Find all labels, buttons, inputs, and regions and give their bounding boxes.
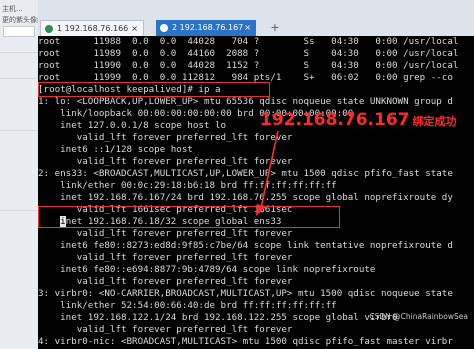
- divider: [0, 210, 38, 211]
- divider: [0, 78, 38, 79]
- tab-bar-top-strip: [38, 0, 474, 20]
- side-panel-fragment: 主机... 更的紫头像组...: [0, 0, 39, 349]
- close-icon[interactable]: ×: [131, 21, 138, 37]
- tab-session-1[interactable]: 1 192.168.76.166 ×: [40, 20, 144, 36]
- annotation-ip: 192.168.76.167: [260, 110, 410, 130]
- close-icon[interactable]: ×: [244, 20, 251, 36]
- divider: [0, 52, 38, 53]
- watermark: CSDN @ChinaRainbowSea: [369, 312, 468, 321]
- connection-status-icon: [45, 25, 53, 33]
- new-tab-button[interactable]: +: [268, 20, 282, 36]
- divider: [0, 130, 38, 131]
- side-panel-text-2: 更的紫头像组...: [2, 16, 38, 24]
- side-panel-text-1: 主机...: [2, 5, 23, 13]
- side-panel-input[interactable]: [3, 26, 35, 37]
- tab-label: 2 192.168.76.167: [172, 23, 244, 32]
- session-tab-bar: 1 192.168.76.166 × 2 192.168.76.167 × +: [38, 0, 474, 36]
- tab-label: 1 192.168.76.166: [57, 24, 129, 33]
- terminal-output[interactable]: root 11988 0.0 0.0 44028 704 ? Ss 04:30 …: [38, 36, 474, 349]
- binding-success-annotation: 192.168.76.167 绑定成功: [260, 110, 457, 130]
- connection-status-icon: [160, 24, 168, 32]
- annotation-text: 绑定成功: [412, 115, 457, 128]
- annotation-arrow: [256, 130, 279, 216]
- tab-session-2[interactable]: 2 192.168.76.167 ×: [156, 20, 256, 36]
